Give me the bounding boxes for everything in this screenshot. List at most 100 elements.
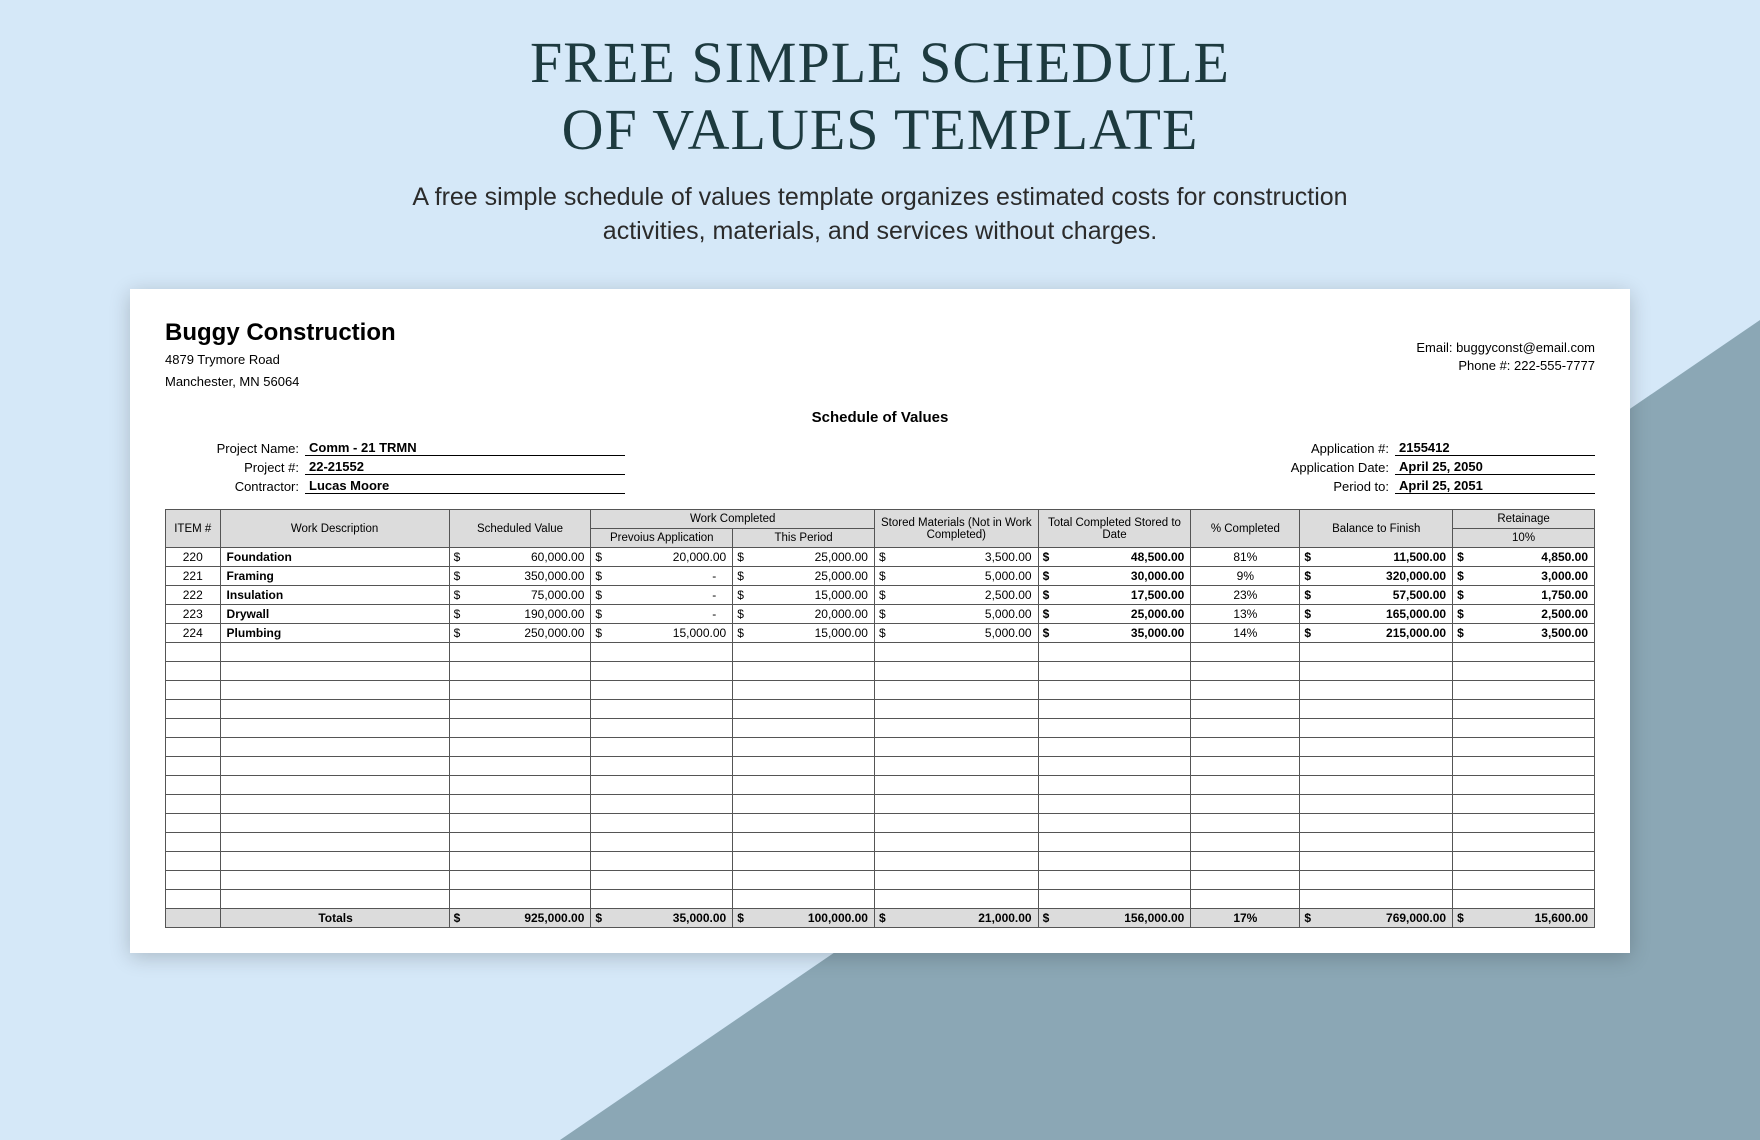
project-name-label: Project Name:: [165, 441, 305, 456]
table-row: 222Insulation$75,000.00$- $15,000.00$2,5…: [166, 586, 1595, 605]
cell-empty: [449, 890, 591, 909]
table-row-empty: [166, 776, 1595, 795]
money-cell: $35,000.00: [1038, 624, 1191, 643]
table-row-empty: [166, 795, 1595, 814]
cell-empty: [1300, 871, 1453, 890]
cell-empty: [1191, 719, 1300, 738]
cell-empty: [1038, 852, 1191, 871]
cell-empty: [1300, 890, 1453, 909]
cell-empty: [1038, 814, 1191, 833]
col-ret-top: Retainage: [1453, 510, 1595, 529]
cell-empty: [591, 719, 733, 738]
cell-empty: [449, 662, 591, 681]
money-cell: $35,000.00: [591, 909, 733, 928]
cell-empty: [449, 738, 591, 757]
cell-empty: [1453, 757, 1595, 776]
cell-empty: [591, 643, 733, 662]
cell-empty: [166, 814, 221, 833]
col-total: Total Completed Stored to Date: [1038, 510, 1191, 548]
cell-empty: [1453, 662, 1595, 681]
table-row-empty: [166, 643, 1595, 662]
cell-empty: [591, 890, 733, 909]
money-cell: $-: [591, 605, 733, 624]
money-cell: $21,000.00: [874, 909, 1038, 928]
cell-empty: [591, 795, 733, 814]
meta-project-name: Project Name: Comm - 21 TRMN: [165, 440, 625, 456]
cell-empty: [166, 681, 221, 700]
cell-empty: [1453, 681, 1595, 700]
cell-empty: [220, 833, 449, 852]
cell-empty: [166, 890, 221, 909]
cell-item: 224: [166, 624, 221, 643]
money-cell: $165,000.00: [1300, 605, 1453, 624]
cell-empty: [1038, 662, 1191, 681]
cell-desc: Framing: [220, 567, 449, 586]
meta-left: Project Name: Comm - 21 TRMN Project #: …: [165, 440, 625, 494]
company-block: Buggy Construction 4879 Trymore Road Man…: [165, 319, 396, 391]
meta-app-date: Application Date: April 25, 2050: [1255, 459, 1595, 475]
cell-empty: [1191, 852, 1300, 871]
table-row-empty: [166, 719, 1595, 738]
hero-section: FREE SIMPLE SCHEDULE OF VALUES TEMPLATE …: [0, 0, 1760, 249]
table-row: 221Framing$350,000.00$- $25,000.00$5,000…: [166, 567, 1595, 586]
money-cell: $190,000.00: [449, 605, 591, 624]
cell-empty: [220, 738, 449, 757]
totals-pct: 17%: [1191, 909, 1300, 928]
col-bal: Balance to Finish: [1300, 510, 1453, 548]
cell-empty: [166, 719, 221, 738]
cell-empty: [591, 871, 733, 890]
cell-empty: [1300, 795, 1453, 814]
money-cell: $1,750.00: [1453, 586, 1595, 605]
cell-empty: [220, 662, 449, 681]
cell-empty: [733, 681, 875, 700]
cell-empty: [1453, 643, 1595, 662]
app-date-label: Application Date:: [1255, 460, 1395, 475]
cell-empty: [591, 738, 733, 757]
cell-empty: [1300, 719, 1453, 738]
cell-empty: [874, 871, 1038, 890]
cell-empty: [220, 776, 449, 795]
money-cell: $100,000.00: [733, 909, 875, 928]
cell-empty: [733, 700, 875, 719]
money-cell: $25,000.00: [1038, 605, 1191, 624]
cell-pct: 13%: [1191, 605, 1300, 624]
cell-empty: [220, 700, 449, 719]
money-cell: $3,000.00: [1453, 567, 1595, 586]
cell-empty: [1038, 700, 1191, 719]
cell-desc: Drywall: [220, 605, 449, 624]
cell-empty: [591, 814, 733, 833]
cell-empty: [1038, 719, 1191, 738]
cell-empty: [874, 757, 1038, 776]
contractor-value: Lucas Moore: [305, 478, 625, 494]
table-row-empty: [166, 757, 1595, 776]
cell-empty: [874, 795, 1038, 814]
cell-empty: [1038, 738, 1191, 757]
app-num-value: 2155412: [1395, 440, 1595, 456]
title-line-2: OF VALUES TEMPLATE: [562, 97, 1199, 162]
col-work-completed: Work Completed: [591, 510, 875, 529]
totals-label: Totals: [220, 909, 449, 928]
table-row: 223Drywall$190,000.00$- $20,000.00$5,000…: [166, 605, 1595, 624]
money-cell: $15,000.00: [591, 624, 733, 643]
cell-empty: [733, 852, 875, 871]
cell-empty: [1300, 757, 1453, 776]
col-sched: Scheduled Value: [449, 510, 591, 548]
schedule-table: ITEM # Work Description Scheduled Value …: [165, 509, 1595, 928]
cell-empty: [874, 643, 1038, 662]
cell-empty: [449, 852, 591, 871]
money-cell: $11,500.00: [1300, 548, 1453, 567]
cell-empty: [220, 643, 449, 662]
money-cell: $3,500.00: [1453, 624, 1595, 643]
cell-pct: 9%: [1191, 567, 1300, 586]
cell-item: 221: [166, 567, 221, 586]
cell-empty: [220, 890, 449, 909]
cell-empty: [1038, 643, 1191, 662]
cell-empty: [874, 681, 1038, 700]
money-cell: $2,500.00: [874, 586, 1038, 605]
meta-project-num: Project #: 22-21552: [165, 459, 625, 475]
company-address-1: 4879 Trymore Road: [165, 351, 396, 369]
col-pct: % Completed: [1191, 510, 1300, 548]
table-row-empty: [166, 871, 1595, 890]
table-row: 220Foundation$60,000.00$20,000.00$25,000…: [166, 548, 1595, 567]
cell-empty: [449, 719, 591, 738]
